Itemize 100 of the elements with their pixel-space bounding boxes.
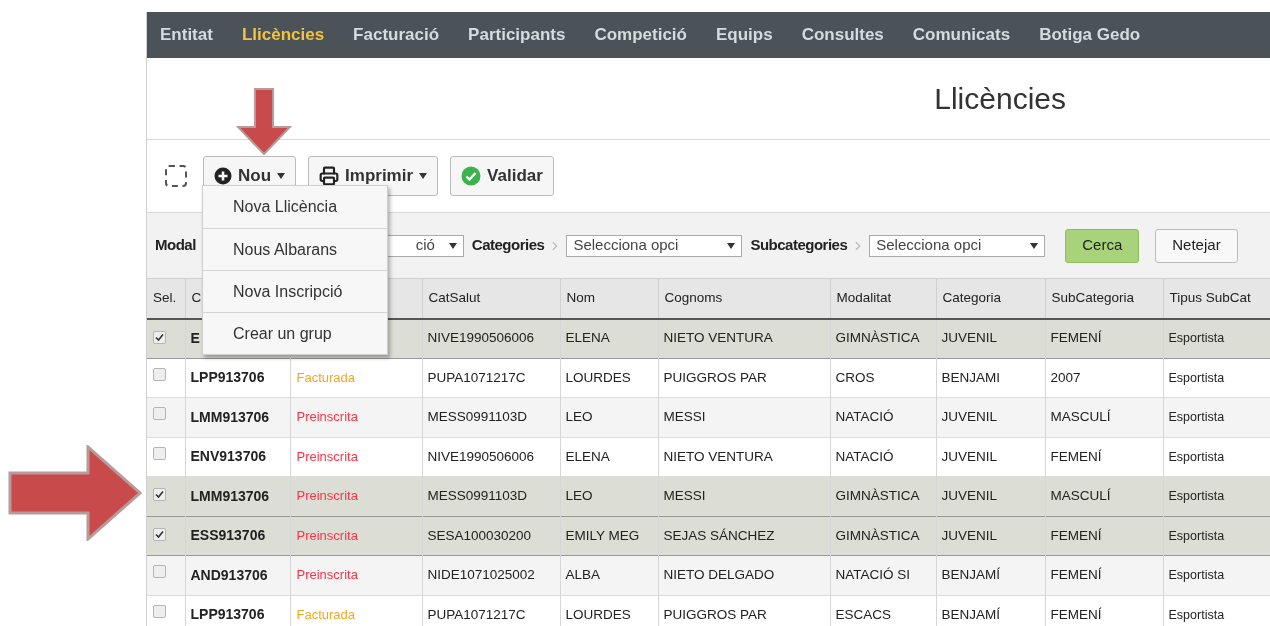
table-cell: MESS0991103D bbox=[427, 488, 528, 504]
table-cell: BENJAMÍ bbox=[941, 567, 1000, 583]
column-header[interactable]: Modalitat bbox=[836, 290, 892, 306]
table-cell: Esportista bbox=[1168, 331, 1225, 346]
toolbar-button[interactable]: Validar bbox=[450, 156, 554, 196]
row-checkbox[interactable] bbox=[153, 330, 166, 344]
column-header[interactable]: Cognoms bbox=[664, 290, 723, 306]
table-row[interactable]: AND913706 Preinscrita NIDE1071025002 ALBA NIETO DELGADO NATACIÓ SI BENJAMÍ FEMENÍ Esportista bbox=[147, 555, 1270, 595]
table-cell: JUVENIL bbox=[941, 488, 998, 504]
table-cell: ELENA bbox=[565, 330, 610, 346]
status-text: Preinscrita bbox=[296, 567, 358, 583]
status-text: Facturada bbox=[296, 606, 356, 622]
table-cell: JUVENIL bbox=[941, 330, 998, 346]
table-cell: E bbox=[190, 329, 200, 346]
row-checkbox[interactable] bbox=[153, 604, 166, 618]
table-cell: LMM913706 bbox=[190, 487, 270, 504]
table-cell: NIETO DELGADO bbox=[663, 567, 775, 583]
nav-tab[interactable]: Botiga Gedo bbox=[1039, 22, 1141, 48]
menu-item[interactable]: Nova Inscripció bbox=[203, 270, 387, 312]
table-cell: PUIGGROS PAR bbox=[663, 606, 767, 622]
table-cell: FEMENÍ bbox=[1050, 448, 1102, 464]
table-row[interactable]: ESS913706 Preinscrita SESA100030200 EMILY MEG SEJAS SÁNCHEZ GIMNÀSTICA JUVENIL FEMENÍ Esportista bbox=[147, 516, 1270, 556]
table-cell: PUPA1071217C bbox=[427, 606, 526, 622]
table-row[interactable]: LMM913706 Preinscrita MESS0991103D LEO MESSI NATACIÓ JUVENIL MASCULÍ Esportista bbox=[147, 397, 1270, 437]
table-cell: GIMNÀSTICA bbox=[835, 330, 920, 346]
table-cell: MASCULÍ bbox=[1050, 409, 1111, 425]
status-text: Facturada bbox=[296, 369, 356, 385]
row-checkbox[interactable] bbox=[153, 527, 166, 541]
table-cell: ESS913706 bbox=[190, 527, 266, 544]
table-cell: SEJAS SÁNCHEZ bbox=[663, 527, 775, 543]
nav-tab[interactable]: Participants bbox=[468, 22, 566, 48]
column-header[interactable]: CatSalut bbox=[428, 290, 481, 306]
row-checkbox[interactable] bbox=[153, 367, 166, 381]
table-cell: GIMNÀSTICA bbox=[835, 527, 920, 543]
table-cell: NIETO VENTURA bbox=[663, 330, 773, 346]
table-cell: GIMNÀSTICA bbox=[835, 488, 920, 504]
table-cell: NIVE1990506006 bbox=[427, 330, 535, 346]
table-cell: Esportista bbox=[1168, 370, 1225, 385]
row-checkbox[interactable] bbox=[153, 488, 166, 501]
column-header[interactable]: Categoria bbox=[942, 290, 1002, 306]
column-header[interactable]: SubCategoria bbox=[1051, 290, 1135, 306]
row-checkbox[interactable] bbox=[153, 446, 166, 460]
select-all-checkbox[interactable] bbox=[165, 165, 187, 187]
table-cell: Esportista bbox=[1168, 607, 1225, 622]
table-cell: Esportista bbox=[1168, 449, 1225, 464]
menu-item[interactable]: Nous Albarans bbox=[203, 228, 387, 270]
column-header[interactable]: C bbox=[191, 290, 202, 306]
caret-icon bbox=[727, 242, 736, 249]
row-checkbox[interactable] bbox=[153, 407, 166, 420]
nav-tab[interactable]: Comunicats bbox=[912, 22, 1011, 48]
table-cell: CROS bbox=[835, 369, 875, 385]
printer-icon bbox=[319, 166, 340, 186]
table-cell: BENJAMÍ bbox=[941, 606, 1000, 622]
nav-tab[interactable]: Facturació bbox=[353, 22, 440, 48]
status-text: Preinscrita bbox=[296, 488, 358, 504]
status-text: Preinscrita bbox=[296, 448, 358, 464]
table-row[interactable]: LMM913706 Preinscrita MESS0991103D LEO MESSI GIMNÀSTICA JUVENIL MASCULÍ Esportista bbox=[147, 476, 1270, 516]
table-cell: FEMENÍ bbox=[1050, 606, 1102, 622]
table-cell: MESSI bbox=[663, 488, 706, 504]
table-cell: LOURDES bbox=[565, 369, 631, 385]
column-header[interactable]: Sel. bbox=[153, 290, 177, 306]
column-header[interactable]: Nom bbox=[566, 290, 595, 306]
table-cell: LMM913706 bbox=[190, 408, 270, 425]
table-row[interactable]: ENV913706 Preinscrita NIVE1990506006 ELENA NIETO VENTURA NATACIÓ JUVENIL FEMENÍ Esportista bbox=[147, 437, 1270, 477]
table-cell: ELENA bbox=[565, 448, 610, 464]
caret-icon bbox=[448, 242, 457, 249]
table-cell: JUVENIL bbox=[941, 409, 998, 425]
table-cell: PUPA1071217C bbox=[427, 369, 526, 385]
table-cell: FEMENÍ bbox=[1050, 330, 1102, 346]
table-cell: EMILY MEG bbox=[565, 527, 640, 543]
page-title: Llicències bbox=[934, 81, 1066, 117]
nav-tab[interactable]: Entitat bbox=[160, 22, 213, 48]
table-cell: Esportista bbox=[1168, 489, 1225, 504]
column-header[interactable]: Tipus SubCat bbox=[1169, 290, 1251, 306]
table-cell: MESSI bbox=[663, 409, 706, 425]
table-cell: AND913706 bbox=[190, 566, 268, 583]
nav-tab[interactable]: Competició bbox=[594, 22, 687, 48]
menu-item[interactable]: Crear un grup bbox=[203, 312, 387, 354]
nav-tab[interactable]: Consultes bbox=[801, 22, 884, 48]
table-row[interactable]: LPP913706 Facturada PUPA1071217C LOURDES PUIGGROS PAR ESCACS BENJAMÍ FEMENÍ Esportista bbox=[147, 595, 1270, 626]
annotation-arrow-icon bbox=[236, 88, 292, 156]
filter-button[interactable]: Netejar bbox=[1155, 228, 1238, 263]
annotation-arrow-icon bbox=[8, 445, 142, 541]
filter-label: Modal bbox=[155, 235, 196, 256]
row-checkbox[interactable] bbox=[153, 565, 166, 578]
filter-select[interactable]: Selecciona opci bbox=[566, 234, 743, 257]
check-icon bbox=[461, 166, 482, 186]
table-cell: 2007 bbox=[1050, 369, 1081, 385]
filter-select[interactable]: Selecciona opci bbox=[869, 234, 1046, 257]
table-row[interactable]: LPP913706 Facturada PUPA1071217C LOURDES PUIGGROS PAR CROS BENJAMI 2007 Esportista bbox=[147, 358, 1270, 398]
table-cell: ALBA bbox=[565, 567, 601, 583]
nav-tab[interactable]: Llicències bbox=[241, 22, 325, 48]
table-cell: FEMENÍ bbox=[1050, 567, 1102, 583]
filter-label: Subcategories bbox=[750, 235, 848, 256]
caret-icon bbox=[1030, 242, 1039, 249]
nav-tab[interactable]: Equips bbox=[715, 22, 773, 48]
table-cell: LPP913706 bbox=[190, 369, 265, 386]
table-cell: MASCULÍ bbox=[1050, 488, 1111, 504]
filter-button[interactable]: Cerca bbox=[1065, 228, 1140, 263]
table-cell: NIVE1990506006 bbox=[427, 448, 535, 464]
